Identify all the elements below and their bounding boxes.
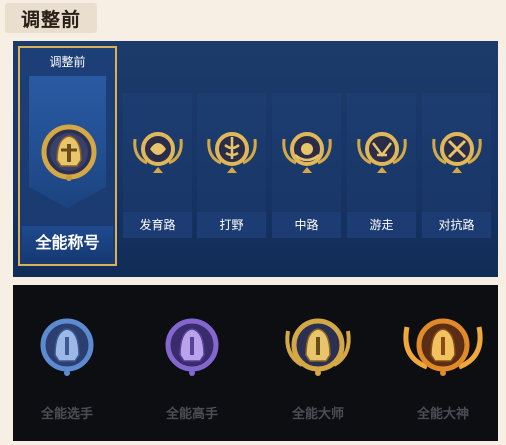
crossed-swords-emblem-icon (432, 132, 482, 173)
lane-card-mid[interactable]: 中路 (272, 93, 341, 238)
blue-helmet-emblem-icon (40, 318, 94, 376)
selected-card-top-label: 调整前 (49, 55, 86, 69)
helmet-emblem-icon (41, 124, 97, 181)
lane-label: 中路 (272, 212, 341, 238)
orange-winged-helmet-emblem-icon (403, 318, 483, 376)
tier-label: 全能高手 (165, 407, 218, 422)
tier-item[interactable]: 全能大神 (393, 305, 493, 422)
bow-emblem-icon (133, 132, 183, 173)
header-tab: 调整前 (5, 3, 97, 33)
lane-label: 游走 (347, 212, 416, 238)
lane-card-clash[interactable]: 对抗路 (422, 93, 491, 238)
tier-label: 全能大神 (416, 407, 469, 422)
tier-label: 全能选手 (40, 407, 93, 422)
lane-card-jungle[interactable]: 打野 (197, 93, 266, 238)
tier-item[interactable]: 全能选手 (17, 305, 117, 422)
tier-label: 全能大师 (291, 407, 344, 422)
wings-emblem-icon (357, 132, 407, 173)
lane-card-adc[interactable]: 发育路 (123, 93, 192, 238)
gold-helmet-emblem-icon (285, 318, 351, 376)
lane-card-roam[interactable]: 游走 (347, 93, 416, 238)
selected-title-card[interactable]: 调整前 全能称号 (18, 46, 117, 266)
leaf-emblem-icon (207, 132, 257, 173)
purple-helmet-emblem-icon (165, 318, 219, 376)
lane-label: 打野 (197, 212, 266, 238)
lane-label: 发育路 (123, 212, 192, 238)
page-title: 调整前 (20, 8, 81, 31)
lane-label: 对抗路 (422, 212, 491, 238)
tier-item[interactable]: 全能高手 (142, 305, 242, 422)
selected-card-bottom-label: 全能称号 (22, 226, 113, 260)
tier-item[interactable]: 全能大师 (268, 305, 368, 422)
orb-emblem-icon (282, 132, 332, 173)
